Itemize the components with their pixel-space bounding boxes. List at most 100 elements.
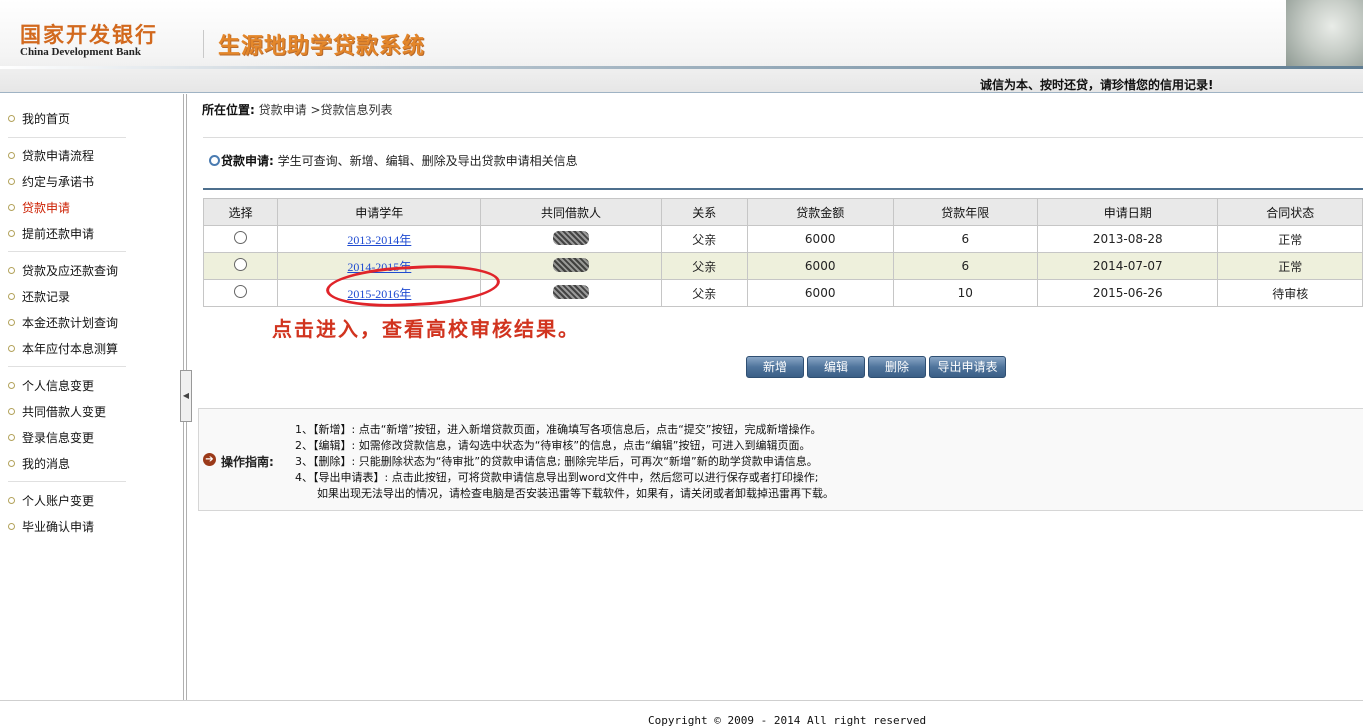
bullet-icon <box>8 204 15 211</box>
header-rule <box>0 66 1363 69</box>
delete-button[interactable]: 删除 <box>868 356 926 378</box>
application-year-link[interactable]: 2013-2014年 <box>347 233 411 247</box>
guide-line: 4、【导出申请表】: 点击此按钮，可将贷款申请信息导出到word文件中，然后您可… <box>295 471 819 484</box>
term-cell: 10 <box>892 279 1039 307</box>
bank-name-en: China Development Bank <box>20 46 142 58</box>
sidebar-item-agreement[interactable]: 约定与承诺书 <box>8 173 94 191</box>
column-header: 贷款年限 <box>892 198 1039 226</box>
notice-bullet-icon <box>209 155 220 166</box>
bullet-icon <box>8 460 15 467</box>
bullet-icon <box>8 115 15 122</box>
section-notice: 贷款申请: 学生可查询、新增、编辑、删除及导出贷款申请相关信息 <box>203 137 1363 188</box>
sidebar-item-early-repayment[interactable]: 提前还款申请 <box>8 225 94 243</box>
co-borrower-redacted <box>552 284 589 299</box>
guide-line: 3、【删除】: 只能删除状态为“待审批”的贷款申请信息; 删除完毕后，可再次“新… <box>295 455 818 468</box>
sidebar-item-account-change[interactable]: 个人账户变更 <box>8 492 94 510</box>
bullet-icon <box>8 497 15 504</box>
bank-logo: 国家开发银行 China Development Bank <box>20 22 158 59</box>
header-building-image <box>1286 0 1363 66</box>
sidebar-item-personal-info[interactable]: 个人信息变更 <box>8 377 94 395</box>
column-header: 关系 <box>660 198 748 226</box>
bullet-icon <box>8 152 15 159</box>
amount-cell: 6000 <box>746 225 894 253</box>
date-cell: 2015-06-26 <box>1037 279 1219 307</box>
table-row: 2013-2014年 父亲 6000 6 2013-08-28 正常 <box>202 225 1363 253</box>
notice-rule <box>203 188 1363 190</box>
sidebar-item-principal-plan[interactable]: 本金还款计划查询 <box>8 314 118 332</box>
breadcrumb-path: 贷款申请 >贷款信息列表 <box>258 103 393 117</box>
bullet-icon <box>8 434 15 441</box>
sidebar-item-login-info[interactable]: 登录信息变更 <box>8 429 94 447</box>
bullet-icon <box>8 293 15 300</box>
edit-button[interactable]: 编辑 <box>807 356 865 378</box>
bullet-icon <box>8 382 15 389</box>
sidebar-nav: 我的首页 贷款申请流程 约定与承诺书 贷款申请 提前还款申请 贷款及应还款查询 … <box>0 94 182 700</box>
footer-rule <box>0 700 1363 701</box>
sidebar-item-repayment-records[interactable]: 还款记录 <box>8 288 70 306</box>
export-button[interactable]: 导出申请表 <box>929 356 1006 378</box>
guide-lines: 1、【新增】: 点击“新增”按钮，进入新增贷款页面，准确填写各项信息后，点击“提… <box>295 422 834 502</box>
bullet-icon <box>8 523 15 530</box>
bullet-icon <box>8 178 15 185</box>
header-divider <box>203 30 204 58</box>
sidebar-item-loan-query[interactable]: 贷款及应还款查询 <box>8 262 118 280</box>
column-header: 申请日期 <box>1037 198 1219 226</box>
relation-cell: 父亲 <box>660 279 748 307</box>
notice-title: 贷款申请: <box>221 154 274 168</box>
status-cell: 待审核 <box>1217 279 1363 307</box>
operation-guide: ➔ 操作指南: 1、【新增】: 点击“新增”按钮，进入新增贷款页面，准确填写各项… <box>198 408 1363 511</box>
column-header: 申请学年 <box>277 198 482 226</box>
footer-copyright: Copyright © 2009 - 2014 All right reserv… <box>648 714 927 727</box>
sidebar-item-loan-application[interactable]: 贷款申请 <box>8 199 70 217</box>
status-cell: 正常 <box>1217 225 1363 253</box>
add-button[interactable]: 新增 <box>746 356 804 378</box>
guide-line: 如果出现无法导出的情况，请检查电脑是否安装迅雷等下载软件，如果有，请关闭或者卸载… <box>317 487 834 500</box>
sidebar-divider <box>8 366 126 367</box>
bullet-icon <box>8 319 15 326</box>
arrow-right-icon: ➔ <box>203 453 216 466</box>
bullet-icon <box>8 267 15 274</box>
breadcrumb-prefix: 所在位置: <box>202 103 255 117</box>
column-header: 共同借款人 <box>480 198 662 226</box>
co-borrower-redacted <box>552 230 589 245</box>
term-cell: 6 <box>892 225 1039 253</box>
column-header: 贷款金额 <box>746 198 894 226</box>
sidebar-item-loan-process[interactable]: 贷款申请流程 <box>8 147 94 165</box>
guide-line: 1、【新增】: 点击“新增”按钮，进入新增贷款页面，准确填写各项信息后，点击“提… <box>295 423 822 436</box>
breadcrumb: 所在位置: 贷款申请 >贷款信息列表 <box>202 101 393 118</box>
sidebar-divider <box>8 137 126 138</box>
table-header-row: 选择 申请学年 共同借款人 关系 贷款金额 贷款年限 申请日期 合同状态 <box>202 198 1363 226</box>
status-cell: 正常 <box>1217 252 1363 280</box>
bank-name-cn: 国家开发银行 <box>20 22 158 47</box>
sidebar-divider <box>8 481 126 482</box>
collapse-sidebar-icon[interactable]: ◀ <box>180 370 192 422</box>
row-select-radio[interactable] <box>234 285 248 298</box>
sidebar-item-co-borrower[interactable]: 共同借款人变更 <box>8 403 106 421</box>
relation-cell: 父亲 <box>660 225 748 253</box>
header-bottom-rule <box>0 92 1363 93</box>
sidebar-divider <box>8 251 126 252</box>
row-select-radio[interactable] <box>234 231 248 244</box>
system-title: 生源地助学贷款系统 <box>218 33 426 59</box>
co-borrower-redacted <box>552 257 589 272</box>
sidebar-item-graduation[interactable]: 毕业确认申请 <box>8 518 94 536</box>
bullet-icon <box>8 230 15 237</box>
amount-cell: 6000 <box>746 279 894 307</box>
column-header: 选择 <box>202 198 279 226</box>
notice-text: 学生可查询、新增、编辑、删除及导出贷款申请相关信息 <box>277 154 578 168</box>
bullet-icon <box>8 408 15 415</box>
date-cell: 2013-08-28 <box>1037 225 1219 253</box>
date-cell: 2014-07-07 <box>1037 252 1219 280</box>
bullet-icon <box>8 345 15 352</box>
relation-cell: 父亲 <box>660 252 748 280</box>
sidebar-item-messages[interactable]: 我的消息 <box>8 455 70 473</box>
guide-line: 2、【编辑】: 如需修改贷款信息，请勾选中状态为“待审核”的信息，点击“编辑”按… <box>295 439 811 452</box>
sidebar-item-home[interactable]: 我的首页 <box>8 110 70 128</box>
header-slogan: 诚信为本、按时还贷，请珍惜您的信用记录! <box>980 78 1214 92</box>
sidebar-item-interest-estimate[interactable]: 本年应付本息测算 <box>8 340 118 358</box>
row-select-radio[interactable] <box>234 258 248 271</box>
column-header: 合同状态 <box>1217 198 1363 226</box>
page-header: 国家开发银行 China Development Bank 生源地助学贷款系统 … <box>0 0 1363 93</box>
term-cell: 6 <box>892 252 1039 280</box>
guide-title: 操作指南: <box>221 455 274 469</box>
